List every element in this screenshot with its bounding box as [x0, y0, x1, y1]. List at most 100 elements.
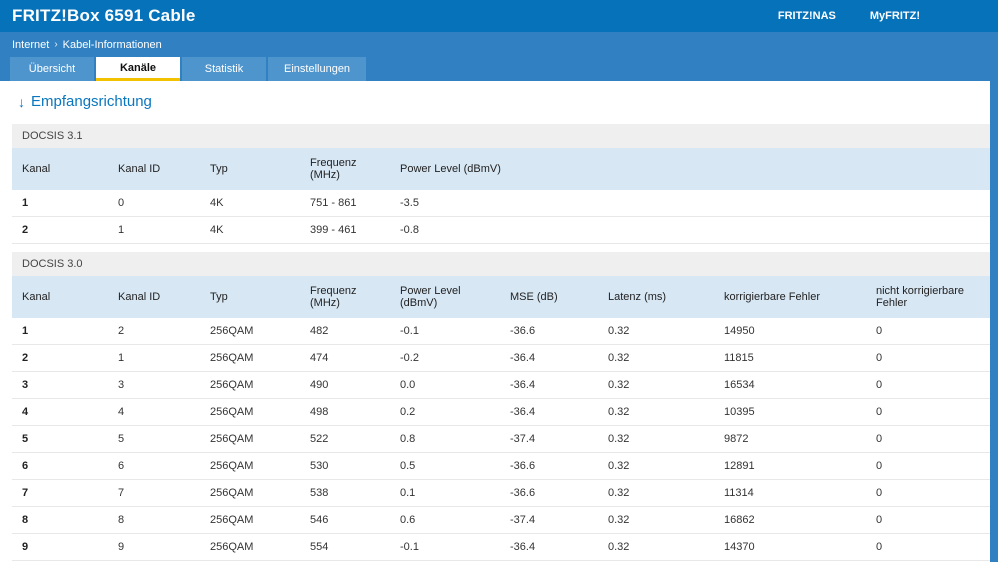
- table-cell: 0: [866, 479, 990, 507]
- table-cell: -36.4: [500, 371, 598, 399]
- table-cell: 4: [12, 398, 108, 426]
- table-cell: -0.1: [390, 533, 500, 561]
- column-header: Kanal ID: [108, 148, 200, 190]
- table-cell: 0.6: [390, 506, 500, 534]
- table-cell: 0.32: [598, 371, 714, 399]
- table-cell: 522: [300, 425, 390, 453]
- breadcrumb: Internet › Kabel-Informationen: [0, 32, 998, 57]
- table-cell: 8: [108, 506, 200, 534]
- main-content: ↓ Empfangsrichtung DOCSIS 3.1 Kanal Kanal…: [0, 81, 990, 562]
- table-cell: 0: [866, 398, 990, 426]
- table-cell: 0: [866, 506, 990, 534]
- table-cell: 256QAM: [200, 398, 300, 426]
- table-cell: 256QAM: [200, 533, 300, 561]
- table-cell: 16534: [714, 371, 866, 399]
- table-cell: 256QAM: [200, 318, 300, 345]
- breadcrumb-separator-icon: ›: [54, 39, 58, 50]
- tab-uebersicht[interactable]: Übersicht: [10, 57, 94, 81]
- table-row: 9 9 256QAM 554 -0.1 -36.4 0.32 14370 0: [12, 533, 990, 561]
- docsis31-block: DOCSIS 3.1 Kanal Kanal ID Typ Frequenz (MHz…: [12, 124, 990, 244]
- breadcrumb-item-internet[interactable]: Internet: [12, 39, 49, 51]
- column-header: Frequenz (MHz): [300, 148, 390, 190]
- tab-bar: Übersicht Kanäle Statistik Einstellungen: [0, 57, 998, 81]
- down-arrow-icon: ↓: [18, 93, 25, 110]
- table-row: 3 3 256QAM 490 0.0 -36.4 0.32 16534 0: [12, 371, 990, 399]
- table-row: 8 8 256QAM 546 0.6 -37.4 0.32 16862 0: [12, 506, 990, 534]
- tab-statistik[interactable]: Statistik: [182, 57, 266, 81]
- table-cell: 4K: [200, 216, 300, 244]
- column-header: Typ: [200, 276, 300, 318]
- column-header: Frequenz (MHz): [300, 276, 390, 318]
- table-cell: -36.6: [500, 318, 598, 345]
- table-row: 7 7 256QAM 538 0.1 -36.6 0.32 11314 0: [12, 479, 990, 507]
- fritznas-link[interactable]: FRITZ!NAS: [778, 10, 836, 22]
- section-heading-label: Empfangsrichtung: [31, 93, 152, 110]
- table-cell: 0.32: [598, 425, 714, 453]
- column-header: Kanal: [12, 148, 108, 190]
- table-row: 1 0 4K 751 - 861 -3.5: [12, 190, 990, 217]
- table-cell: 12891: [714, 452, 866, 480]
- table-cell: 1: [12, 190, 108, 217]
- table-cell: 0.5: [390, 452, 500, 480]
- table-cell: 0: [866, 425, 990, 453]
- table-cell: 1: [108, 216, 200, 244]
- table-header-row: Kanal Kanal ID Typ Frequenz (MHz) Power Leve…: [12, 148, 990, 190]
- table-cell: 11314: [714, 479, 866, 507]
- table-cell: -0.2: [390, 344, 500, 372]
- table-row: 6 6 256QAM 530 0.5 -36.6 0.32 12891 0: [12, 452, 990, 480]
- table-cell: 1: [108, 344, 200, 372]
- column-header: Typ: [200, 148, 300, 190]
- table-header-row: Kanal Kanal ID Typ Frequenz (MHz) Power Leve…: [12, 276, 990, 318]
- table-cell: 0.32: [598, 318, 714, 345]
- table-cell: 2: [12, 216, 108, 244]
- table-cell: 751 - 861: [300, 190, 390, 217]
- myfritz-link[interactable]: MyFRITZ!: [870, 10, 920, 22]
- table-cell: 8: [12, 506, 108, 534]
- table-cell: 9: [12, 533, 108, 561]
- column-header: Kanal ID: [108, 276, 200, 318]
- table-cell: -37.4: [500, 425, 598, 453]
- table-cell: 256QAM: [200, 506, 300, 534]
- table-cell: 16862: [714, 506, 866, 534]
- table-cell: 482: [300, 318, 390, 345]
- table-cell: 490: [300, 371, 390, 399]
- docsis30-title: DOCSIS 3.0: [12, 252, 990, 276]
- table-cell: 474: [300, 344, 390, 372]
- column-header: Latenz (ms): [598, 276, 714, 318]
- table-cell: -0.8: [390, 216, 990, 244]
- docsis31-title: DOCSIS 3.1: [12, 124, 990, 148]
- breadcrumb-item-current: Kabel-Informationen: [62, 38, 162, 51]
- table-row: 2 1 4K 399 - 461 -0.8: [12, 216, 990, 244]
- table-cell: 256QAM: [200, 371, 300, 399]
- section-heading: ↓ Empfangsrichtung: [0, 93, 990, 124]
- table-cell: 1: [12, 318, 108, 345]
- table-row: 1 2 256QAM 482 -0.1 -36.6 0.32 14950 0: [12, 318, 990, 345]
- table-cell: 530: [300, 452, 390, 480]
- tab-einstellungen[interactable]: Einstellungen: [268, 57, 367, 81]
- table-cell: 6: [108, 452, 200, 480]
- table-cell: 7: [108, 479, 200, 507]
- table-cell: -36.4: [500, 344, 598, 372]
- column-header: Power Level (dBmV): [390, 148, 990, 190]
- tab-kanaele[interactable]: Kanäle: [96, 57, 180, 81]
- table-cell: 6: [12, 452, 108, 480]
- table-cell: 3: [12, 371, 108, 399]
- docsis31-table: Kanal Kanal ID Typ Frequenz (MHz) Power Leve…: [12, 148, 990, 244]
- table-cell: 256QAM: [200, 425, 300, 453]
- top-header-bar: FRITZ!Box 6591 Cable FRITZ!NAS MyFRITZ!: [0, 0, 998, 32]
- column-header: Power Level (dBmV): [390, 276, 500, 318]
- table-cell: 0.32: [598, 344, 714, 372]
- table-cell: 0: [108, 190, 200, 217]
- column-header: nicht korrigierbare Fehler: [866, 276, 990, 318]
- table-cell: -3.5: [390, 190, 990, 217]
- table-cell: -36.4: [500, 398, 598, 426]
- table-cell: 0: [866, 533, 990, 561]
- table-cell: -0.1: [390, 318, 500, 345]
- table-cell: 10395: [714, 398, 866, 426]
- table-cell: 3: [108, 371, 200, 399]
- sub-header: Internet › Kabel-Informationen Übersicht…: [0, 32, 998, 81]
- table-row: 2 1 256QAM 474 -0.2 -36.4 0.32 11815 0: [12, 344, 990, 372]
- table-cell: 546: [300, 506, 390, 534]
- table-cell: 0: [866, 344, 990, 372]
- column-header: Kanal: [12, 276, 108, 318]
